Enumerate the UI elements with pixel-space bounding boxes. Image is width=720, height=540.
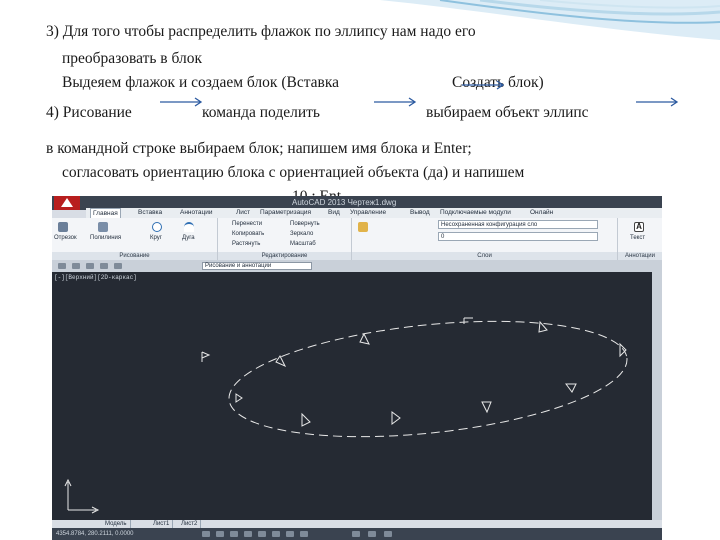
arrow-right-icon bbox=[160, 97, 203, 107]
tab-model[interactable]: Модель bbox=[102, 520, 131, 528]
object-tracking-icon[interactable] bbox=[272, 531, 280, 537]
tab-view[interactable]: Вид bbox=[326, 208, 342, 218]
ribbon-panel-modify: Перенести Копировать Растянуть Повернуть… bbox=[218, 218, 352, 260]
tab-home[interactable]: Главная bbox=[90, 208, 121, 218]
layer-state-combo[interactable]: Несохраненная конфигурация сло bbox=[438, 220, 598, 229]
flag-block bbox=[463, 317, 473, 324]
autocad-logo-icon[interactable] bbox=[54, 196, 80, 210]
step4-line2: в командной строке выбираем блок; напише… bbox=[46, 140, 472, 157]
layout-tabs: Модель Лист1 Лист2 bbox=[52, 520, 662, 528]
ribbon-tabs: Главная Вставка Аннотации Лист Параметри… bbox=[86, 208, 662, 218]
lineweight-icon[interactable] bbox=[300, 531, 308, 537]
workspace-selector[interactable]: Рисование и аннотации bbox=[202, 262, 312, 270]
flag-block bbox=[301, 412, 311, 427]
layer-properties-icon[interactable] bbox=[358, 222, 368, 232]
ribbon-panel-annotation-label[interactable]: Аннотации bbox=[618, 252, 662, 260]
line-tool-label[interactable]: Отрезок bbox=[54, 234, 77, 242]
mirror-tool[interactable]: Зеркало bbox=[290, 230, 313, 238]
tab-layout1[interactable]: Лист1 bbox=[150, 520, 174, 528]
tab-layout[interactable]: Лист bbox=[234, 208, 252, 218]
tab-parametric[interactable]: Параметризация bbox=[258, 208, 313, 218]
copy-tool[interactable]: Копировать bbox=[232, 230, 264, 238]
ribbon-panel-draw: Отрезок Полилиния Круг Дуга Рисование bbox=[52, 218, 218, 260]
ribbon: Отрезок Полилиния Круг Дуга Рисование Пе… bbox=[52, 218, 662, 260]
drawing-canvas[interactable]: [-][Верхний][2D-каркас] bbox=[52, 272, 652, 520]
flag-block bbox=[481, 401, 492, 414]
arrow-right-icon bbox=[374, 97, 417, 107]
ortho-mode-icon[interactable] bbox=[230, 531, 238, 537]
move-tool[interactable]: Перенести bbox=[232, 220, 262, 228]
ribbon-panel-layers-label[interactable]: Слои bbox=[352, 252, 617, 260]
tab-output[interactable]: Вывод bbox=[408, 208, 432, 218]
quick-access-toolbar: Рисование и аннотации bbox=[52, 260, 662, 272]
step4-divide-command: команда поделить bbox=[202, 104, 320, 121]
step3-line2: преобразовать в блок bbox=[62, 50, 202, 67]
current-layer-combo[interactable]: 0 bbox=[438, 232, 598, 241]
arrow-right-icon bbox=[462, 80, 505, 90]
flag-block bbox=[201, 351, 211, 362]
new-file-icon[interactable] bbox=[58, 263, 66, 269]
ribbon-panel-draw-label[interactable]: Рисование bbox=[52, 252, 217, 260]
step4-select-ellipse: выбираем объект эллипс bbox=[426, 104, 589, 121]
workspace-switch-icon[interactable] bbox=[368, 531, 376, 537]
tab-layout2[interactable]: Лист2 bbox=[178, 520, 202, 528]
status-bar: 4354.8784, 280.2111, 0.0000 bbox=[52, 528, 662, 540]
tab-online[interactable]: Онлайн bbox=[528, 208, 555, 218]
autocad-screenshot: AutoCAD 2013 Чертеж1.dwg Главная Вставка… bbox=[52, 196, 662, 540]
circle-tool-icon[interactable] bbox=[152, 222, 162, 232]
ribbon-panel-modify-label[interactable]: Редактирование bbox=[218, 252, 351, 260]
rotate-tool[interactable]: Повернуть bbox=[290, 220, 320, 228]
coordinate-readout: 4354.8784, 280.2111, 0.0000 bbox=[56, 531, 134, 537]
vertical-scrollbar[interactable] bbox=[652, 272, 662, 520]
step4-line3: согласовать ориентацию блока с ориентаци… bbox=[62, 164, 525, 181]
step4-draw: 4) Рисование bbox=[46, 104, 132, 121]
tab-annotate[interactable]: Аннотации bbox=[178, 208, 215, 218]
ribbon-panel-annotation: A Текст Аннотации bbox=[618, 218, 662, 260]
tab-plugins[interactable]: Подключаемые модули bbox=[438, 208, 513, 218]
tab-manage[interactable]: Управление bbox=[348, 208, 388, 218]
circle-tool-label[interactable]: Круг bbox=[150, 234, 162, 242]
undo-icon[interactable] bbox=[100, 263, 108, 269]
arrow-right-icon bbox=[636, 97, 679, 107]
ellipse-object bbox=[228, 320, 628, 438]
flag-block bbox=[565, 383, 577, 393]
polyline-tool-label[interactable]: Полилиния bbox=[90, 234, 121, 242]
annotation-scale-icon[interactable] bbox=[352, 531, 360, 537]
flag-block bbox=[275, 355, 287, 368]
step3-line1: 3) Для того чтобы распределить флажок по… bbox=[46, 23, 476, 40]
flag-block bbox=[391, 411, 401, 425]
ribbon-panel-layers: Несохраненная конфигурация сло 0 Слои bbox=[352, 218, 618, 260]
text-tool-label[interactable]: Текст bbox=[630, 234, 645, 242]
arc-tool-icon[interactable] bbox=[184, 222, 194, 232]
open-file-icon[interactable] bbox=[72, 263, 80, 269]
line-tool-icon[interactable] bbox=[58, 222, 68, 232]
ucs-icon bbox=[64, 478, 100, 514]
ellipse-drawing bbox=[64, 317, 628, 514]
arc-tool-label[interactable]: Дуга bbox=[182, 234, 195, 242]
redo-icon[interactable] bbox=[114, 263, 122, 269]
stretch-tool[interactable]: Растянуть bbox=[232, 240, 260, 248]
dynamic-input-icon[interactable] bbox=[286, 531, 294, 537]
flag-block bbox=[359, 332, 370, 345]
polar-tracking-icon[interactable] bbox=[244, 531, 252, 537]
tab-insert[interactable]: Вставка bbox=[136, 208, 164, 218]
polyline-tool-icon[interactable] bbox=[98, 222, 108, 232]
object-snap-icon[interactable] bbox=[258, 531, 266, 537]
text-tool-icon[interactable]: A bbox=[634, 222, 644, 232]
snap-mode-icon[interactable] bbox=[202, 531, 210, 537]
lock-icon[interactable] bbox=[384, 531, 392, 537]
scale-tool[interactable]: Масштаб bbox=[290, 240, 316, 248]
flag-block bbox=[235, 393, 243, 403]
step3-line3a: Выдеяем флажок и создаем блок (Вставка bbox=[62, 74, 340, 91]
grid-mode-icon[interactable] bbox=[216, 531, 224, 537]
save-icon[interactable] bbox=[86, 263, 94, 269]
